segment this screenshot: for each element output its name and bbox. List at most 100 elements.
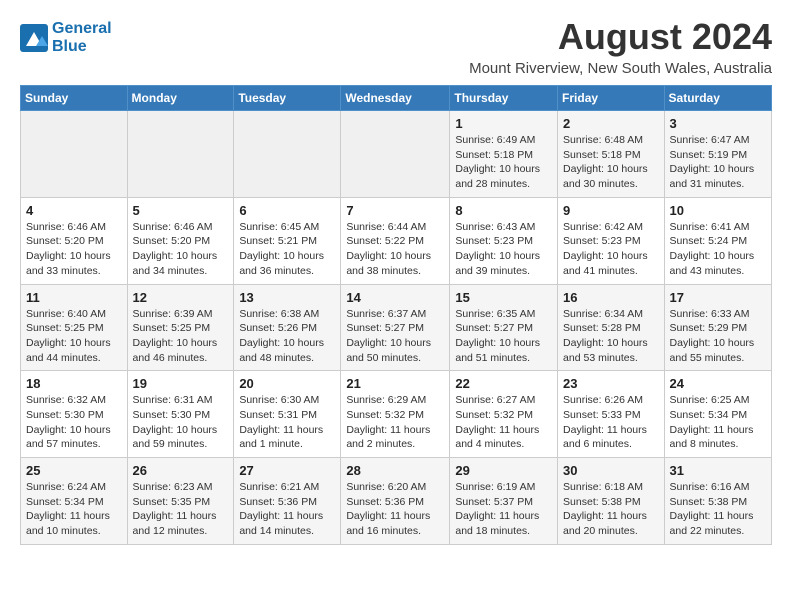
day-cell: 3 Sunrise: 6:47 AM Sunset: 5:19 PM Daylig… [664,111,771,198]
day-detail: Sunrise: 6:47 AM Sunset: 5:19 PM Dayligh… [670,133,766,192]
day-number: 8 [455,203,552,218]
day-detail: Sunrise: 6:35 AM Sunset: 5:27 PM Dayligh… [455,307,552,366]
day-cell [21,111,128,198]
day-cell: 29 Sunrise: 6:19 AM Sunset: 5:37 PM Dayli… [450,458,558,545]
day-detail: Sunrise: 6:48 AM Sunset: 5:18 PM Dayligh… [563,133,659,192]
week-row-5: 25 Sunrise: 6:24 AM Sunset: 5:34 PM Dayli… [21,458,772,545]
day-number: 18 [26,376,122,391]
day-detail: Sunrise: 6:20 AM Sunset: 5:36 PM Dayligh… [346,480,444,539]
day-detail: Sunrise: 6:26 AM Sunset: 5:33 PM Dayligh… [563,393,659,452]
day-detail: Sunrise: 6:19 AM Sunset: 5:37 PM Dayligh… [455,480,552,539]
week-row-2: 4 Sunrise: 6:46 AM Sunset: 5:20 PM Daylig… [21,197,772,284]
day-number: 15 [455,290,552,305]
day-cell: 27 Sunrise: 6:21 AM Sunset: 5:36 PM Dayli… [234,458,341,545]
day-cell: 15 Sunrise: 6:35 AM Sunset: 5:27 PM Dayli… [450,284,558,371]
day-cell: 28 Sunrise: 6:20 AM Sunset: 5:36 PM Dayli… [341,458,450,545]
day-number: 5 [133,203,229,218]
logo-line2: Blue [52,38,112,56]
day-detail: Sunrise: 6:41 AM Sunset: 5:24 PM Dayligh… [670,220,766,279]
day-number: 11 [26,290,122,305]
logo: General Blue [20,20,112,55]
day-cell: 12 Sunrise: 6:39 AM Sunset: 5:25 PM Dayli… [127,284,234,371]
day-detail: Sunrise: 6:43 AM Sunset: 5:23 PM Dayligh… [455,220,552,279]
day-cell: 6 Sunrise: 6:45 AM Sunset: 5:21 PM Daylig… [234,197,341,284]
logo-line1: General [52,20,112,38]
day-number: 30 [563,463,659,478]
day-detail: Sunrise: 6:45 AM Sunset: 5:21 PM Dayligh… [239,220,335,279]
week-row-1: 1 Sunrise: 6:49 AM Sunset: 5:18 PM Daylig… [21,111,772,198]
day-detail: Sunrise: 6:46 AM Sunset: 5:20 PM Dayligh… [133,220,229,279]
day-number: 25 [26,463,122,478]
day-number: 19 [133,376,229,391]
calendar-table: SundayMondayTuesdayWednesdayThursdayFrid… [20,85,772,545]
day-detail: Sunrise: 6:38 AM Sunset: 5:26 PM Dayligh… [239,307,335,366]
day-number: 16 [563,290,659,305]
day-number: 23 [563,376,659,391]
day-cell [234,111,341,198]
day-detail: Sunrise: 6:39 AM Sunset: 5:25 PM Dayligh… [133,307,229,366]
day-detail: Sunrise: 6:30 AM Sunset: 5:31 PM Dayligh… [239,393,335,452]
month-title: August 2024 [469,16,772,58]
day-number: 14 [346,290,444,305]
day-detail: Sunrise: 6:16 AM Sunset: 5:38 PM Dayligh… [670,480,766,539]
day-number: 22 [455,376,552,391]
day-detail: Sunrise: 6:44 AM Sunset: 5:22 PM Dayligh… [346,220,444,279]
day-number: 27 [239,463,335,478]
weekday-header-tuesday: Tuesday [234,86,341,111]
week-row-4: 18Sunrise: 6:32 AM Sunset: 5:30 PM Dayli… [21,371,772,458]
day-cell: 10Sunrise: 6:41 AM Sunset: 5:24 PM Dayli… [664,197,771,284]
day-number: 13 [239,290,335,305]
weekday-header-thursday: Thursday [450,86,558,111]
day-detail: Sunrise: 6:23 AM Sunset: 5:35 PM Dayligh… [133,480,229,539]
day-cell: 4Sunrise: 6:46 AM Sunset: 5:20 PM Daylig… [21,197,128,284]
day-detail: Sunrise: 6:29 AM Sunset: 5:32 PM Dayligh… [346,393,444,452]
day-cell: 16Sunrise: 6:34 AM Sunset: 5:28 PM Dayli… [558,284,665,371]
day-detail: Sunrise: 6:33 AM Sunset: 5:29 PM Dayligh… [670,307,766,366]
day-detail: Sunrise: 6:21 AM Sunset: 5:36 PM Dayligh… [239,480,335,539]
weekday-header-row: SundayMondayTuesdayWednesdayThursdayFrid… [21,86,772,111]
day-cell: 19 Sunrise: 6:31 AM Sunset: 5:30 PM Dayli… [127,371,234,458]
day-cell: 9Sunrise: 6:42 AM Sunset: 5:23 PM Daylig… [558,197,665,284]
day-detail: Sunrise: 6:24 AM Sunset: 5:34 PM Dayligh… [26,480,122,539]
day-cell: 21Sunrise: 6:29 AM Sunset: 5:32 PM Dayli… [341,371,450,458]
day-number: 1 [455,116,552,131]
day-detail: Sunrise: 6:25 AM Sunset: 5:34 PM Dayligh… [670,393,766,452]
day-number: 4 [26,203,122,218]
day-cell [127,111,234,198]
title-area: August 2024 Mount Riverview, New South W… [469,16,772,77]
day-cell: 5 Sunrise: 6:46 AM Sunset: 5:20 PM Daylig… [127,197,234,284]
day-number: 31 [670,463,766,478]
day-number: 12 [133,290,229,305]
day-cell: 14 Sunrise: 6:37 AM Sunset: 5:27 PM Dayli… [341,284,450,371]
weekday-header-wednesday: Wednesday [341,86,450,111]
day-cell: 31 Sunrise: 6:16 AM Sunset: 5:38 PM Dayli… [664,458,771,545]
day-cell: 24 Sunrise: 6:25 AM Sunset: 5:34 PM Dayli… [664,371,771,458]
day-detail: Sunrise: 6:27 AM Sunset: 5:32 PM Dayligh… [455,393,552,452]
weekday-header-saturday: Saturday [664,86,771,111]
day-cell: 11 Sunrise: 6:40 AM Sunset: 5:25 PM Dayli… [21,284,128,371]
day-detail: Sunrise: 6:49 AM Sunset: 5:18 PM Dayligh… [455,133,552,192]
day-cell: 23 Sunrise: 6:26 AM Sunset: 5:33 PM Dayli… [558,371,665,458]
day-cell: 26 Sunrise: 6:23 AM Sunset: 5:35 PM Dayli… [127,458,234,545]
day-detail: Sunrise: 6:18 AM Sunset: 5:38 PM Dayligh… [563,480,659,539]
day-cell: 1 Sunrise: 6:49 AM Sunset: 5:18 PM Daylig… [450,111,558,198]
day-number: 20 [239,376,335,391]
day-number: 7 [346,203,444,218]
location-title: Mount Riverview, New South Wales, Austra… [469,60,772,77]
day-cell: 7 Sunrise: 6:44 AM Sunset: 5:22 PM Daylig… [341,197,450,284]
day-number: 6 [239,203,335,218]
day-number: 28 [346,463,444,478]
day-number: 26 [133,463,229,478]
day-number: 24 [670,376,766,391]
day-cell: 22 Sunrise: 6:27 AM Sunset: 5:32 PM Dayli… [450,371,558,458]
day-number: 3 [670,116,766,131]
day-cell: 17Sunrise: 6:33 AM Sunset: 5:29 PM Dayli… [664,284,771,371]
day-number: 29 [455,463,552,478]
day-detail: Sunrise: 6:31 AM Sunset: 5:30 PM Dayligh… [133,393,229,452]
day-cell: 2 Sunrise: 6:48 AM Sunset: 5:18 PM Daylig… [558,111,665,198]
day-number: 2 [563,116,659,131]
page-header: General Blue August 2024 Mount Riverview… [20,16,772,77]
day-detail: Sunrise: 6:37 AM Sunset: 5:27 PM Dayligh… [346,307,444,366]
day-cell: 8 Sunrise: 6:43 AM Sunset: 5:23 PM Daylig… [450,197,558,284]
day-detail: Sunrise: 6:40 AM Sunset: 5:25 PM Dayligh… [26,307,122,366]
